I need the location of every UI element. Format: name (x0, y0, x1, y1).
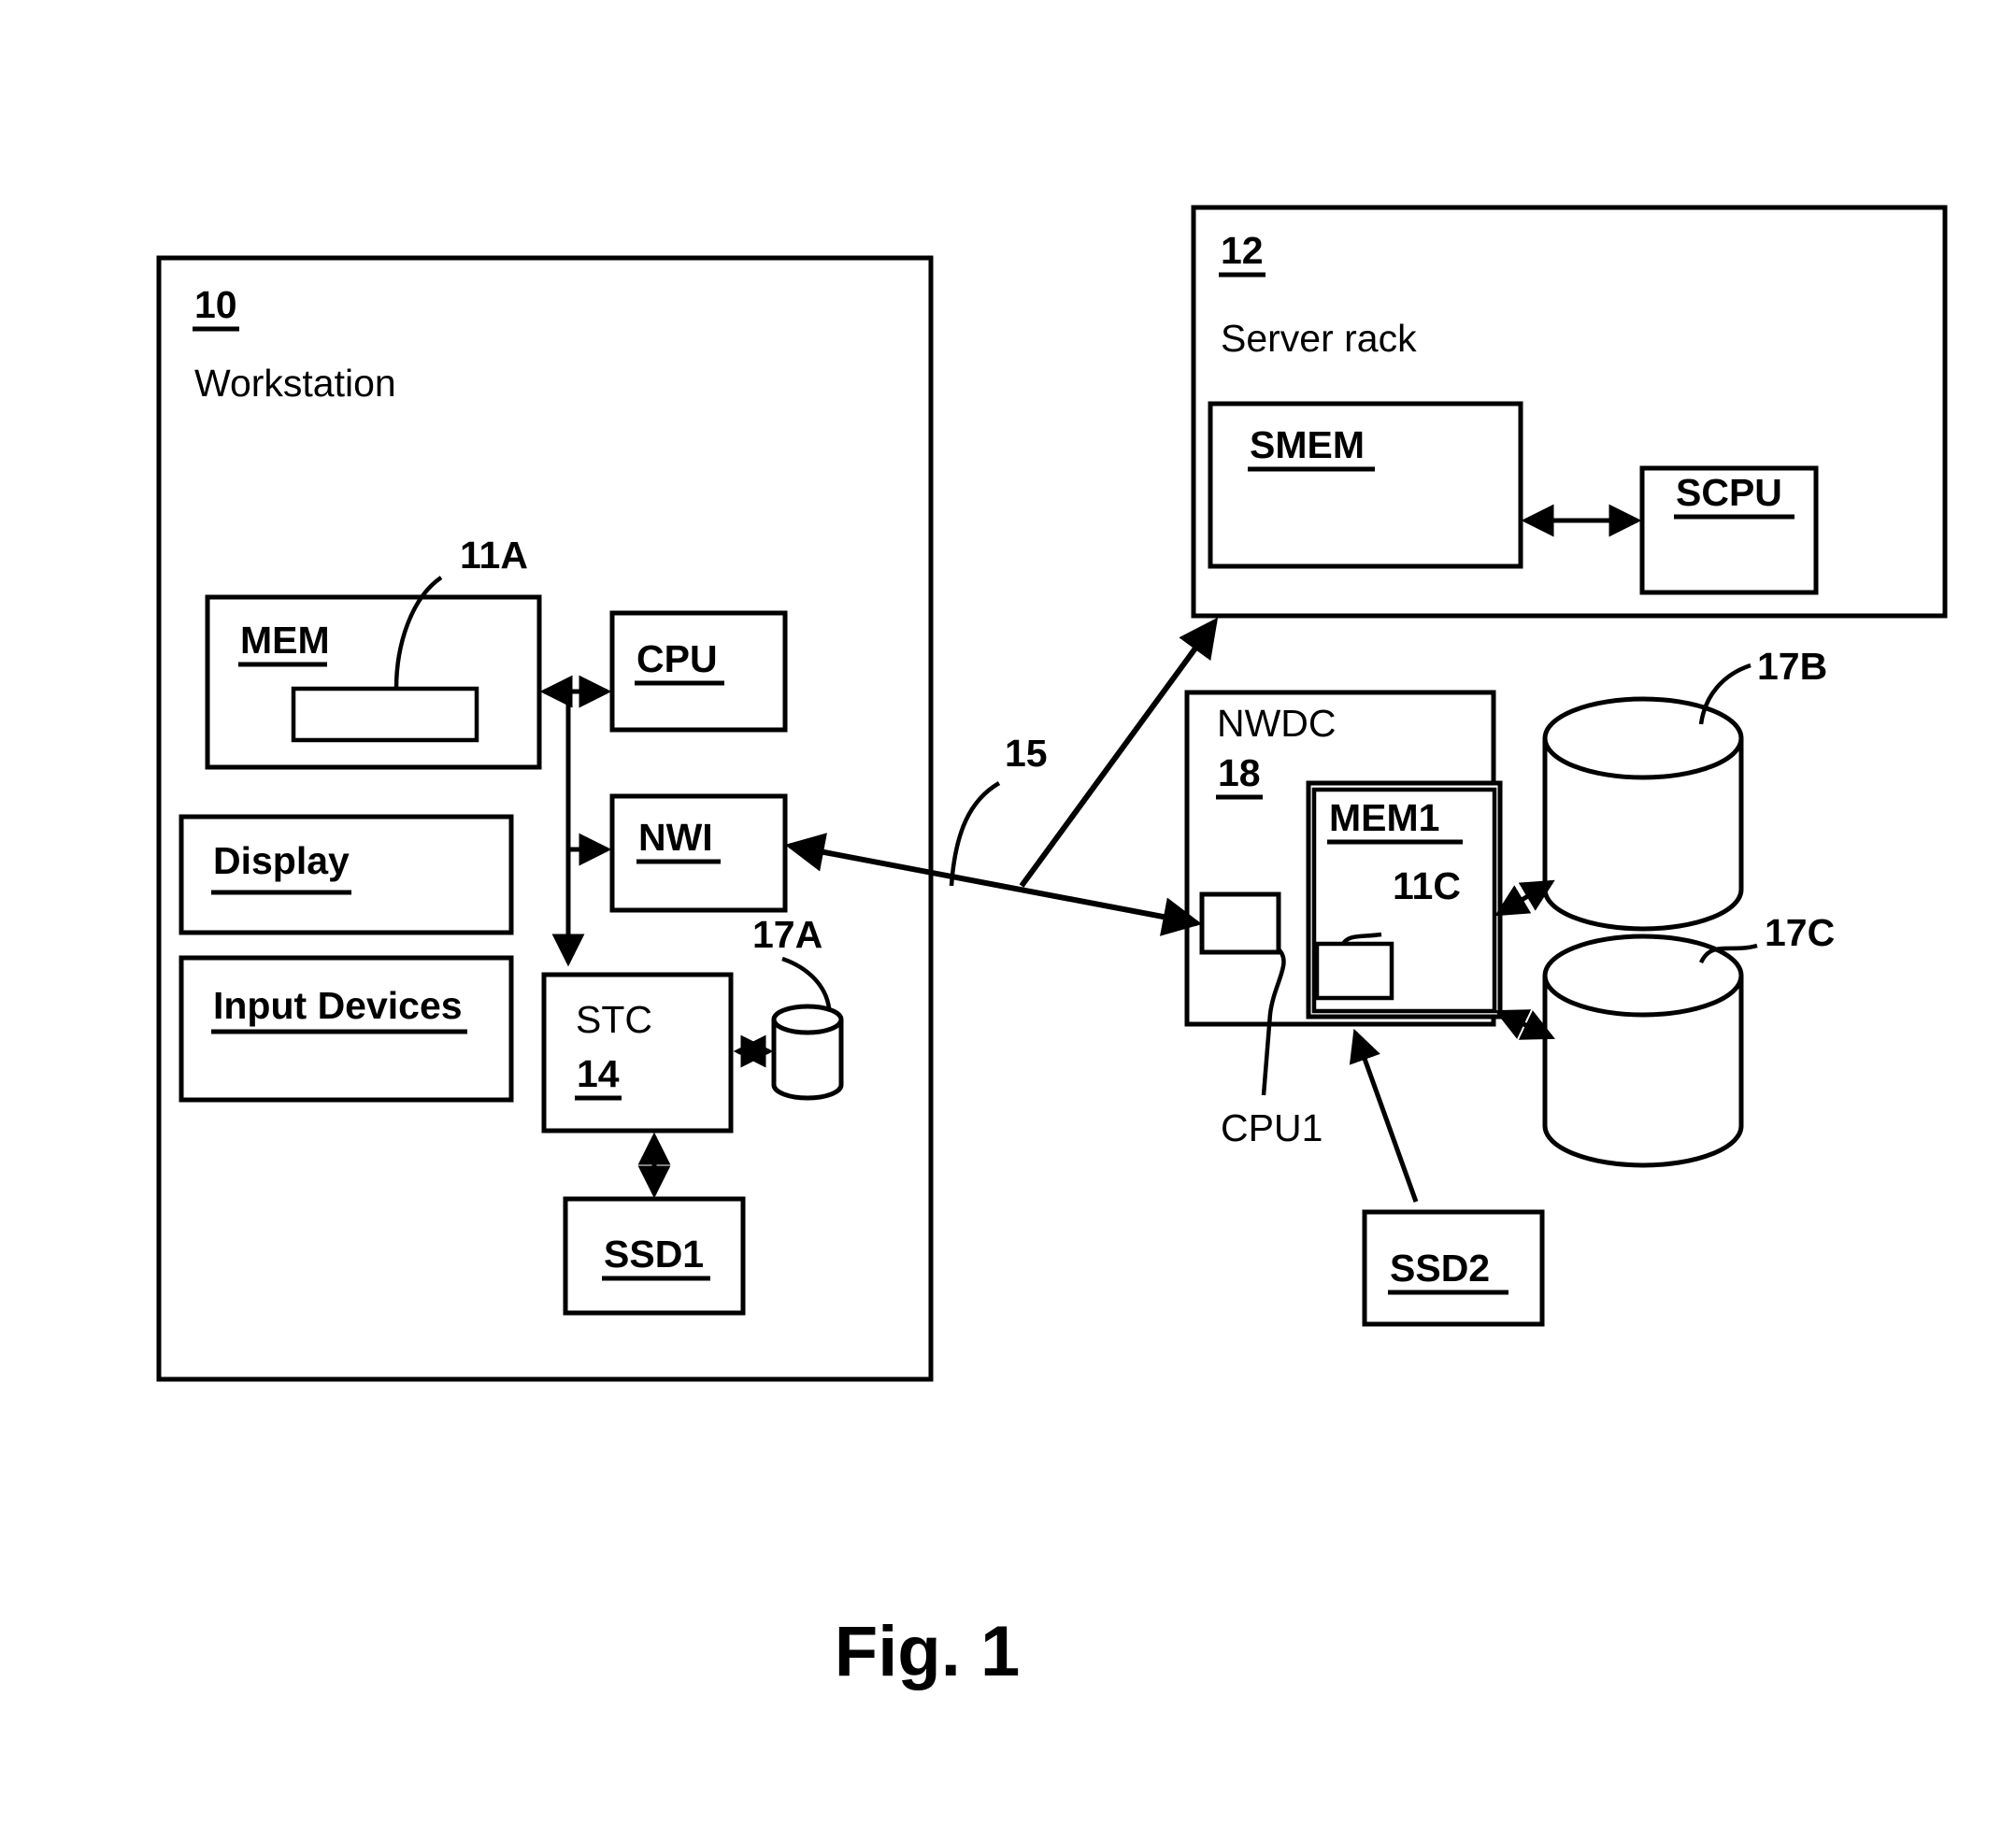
nwdc-disk17b-connector (1494, 879, 1555, 917)
figure-caption: Fig. 1 (835, 1612, 1020, 1691)
workstation-ref: 10 (194, 283, 237, 326)
ssd1-label: SSD1 (604, 1233, 704, 1276)
ssd2-label: SSD2 (1390, 1247, 1490, 1290)
nwdc-label: NWDC (1217, 702, 1337, 745)
scpu-label: SCPU (1676, 471, 1782, 514)
input-devices-block (179, 955, 514, 1103)
stc-label: STC (576, 998, 652, 1041)
ref-17b-label: 17B (1757, 645, 1827, 688)
ref-15-leader (949, 781, 1001, 887)
cpu1-label: CPU1 (1221, 1106, 1323, 1149)
stc-ref: 14 (577, 1052, 620, 1095)
nwdc-ssd2-connector (1349, 1028, 1419, 1203)
workstation-title: Workstation (194, 362, 396, 405)
local-disk-17a (771, 1004, 844, 1101)
server-rack-ref: 12 (1221, 229, 1264, 272)
mem-inner-region (291, 686, 479, 743)
diagram-canvas: 10 Workstation MEM 11A CPU NWI Display I… (156, 205, 1948, 1691)
nwdc-ref: 18 (1218, 751, 1261, 794)
smem-label: SMEM (1250, 423, 1365, 466)
mem1-inner-cell (1314, 941, 1394, 1001)
ref-11a-label: 11A (460, 534, 528, 577)
nwi-label: NWI (638, 816, 713, 859)
ref-17a-label: 17A (752, 913, 822, 956)
display-label: Display (213, 839, 350, 882)
nwdc-port-block (1199, 891, 1281, 955)
server-rack-title: Server rack (1221, 317, 1417, 360)
cpu-label: CPU (636, 637, 718, 680)
mem1-label: MEM1 (1329, 796, 1439, 839)
mem-label: MEM (240, 619, 330, 662)
disk-17c (1542, 934, 1744, 1168)
patent-figure-1: 10 Workstation MEM 11A CPU NWI Display I… (0, 0, 2016, 1825)
input-devices-label: Input Devices (213, 984, 463, 1027)
ref-11c-label: 11C (1393, 864, 1461, 907)
ref-17c-label: 17C (1765, 911, 1835, 954)
disk-17b (1542, 696, 1744, 932)
network-ref-label: 15 (1005, 732, 1048, 775)
